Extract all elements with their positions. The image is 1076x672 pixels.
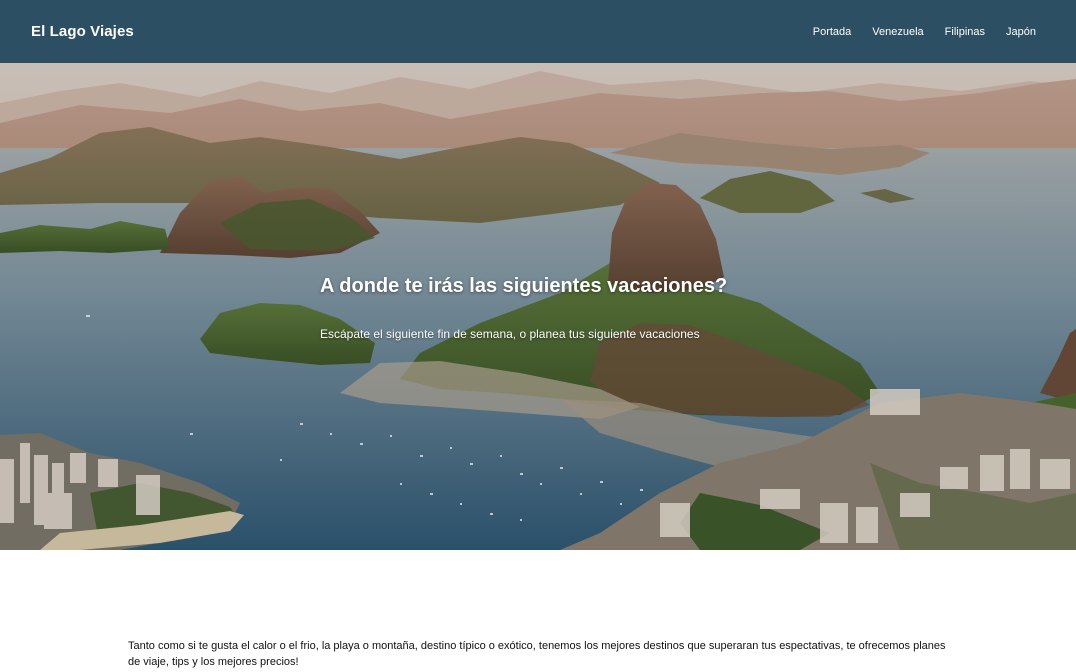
hero-title: A donde te irás las siguientes vacacione… [320, 275, 728, 297]
hero-subtitle: Escápate el siguiente fin de semana, o p… [320, 327, 700, 341]
intro-paragraph: Tanto como si te gusta el calor o el fri… [128, 640, 946, 668]
nav-link-venezuela[interactable]: Venezuela [872, 26, 923, 38]
nav-link-filipinas[interactable]: Filipinas [945, 26, 985, 38]
nav-links: Portada Venezuela Filipinas Japón [813, 26, 1036, 38]
top-navbar: El Lago Viajes Portada Venezuela Filipin… [0, 0, 1076, 63]
brand-logo-link[interactable]: El Lago Viajes [31, 23, 134, 40]
nav-link-japon[interactable]: Japón [1006, 26, 1036, 38]
nav-link-portada[interactable]: Portada [813, 26, 852, 38]
hero-banner: A donde te irás las siguientes vacacione… [0, 63, 1076, 550]
hero-dark-overlay [0, 63, 1076, 550]
